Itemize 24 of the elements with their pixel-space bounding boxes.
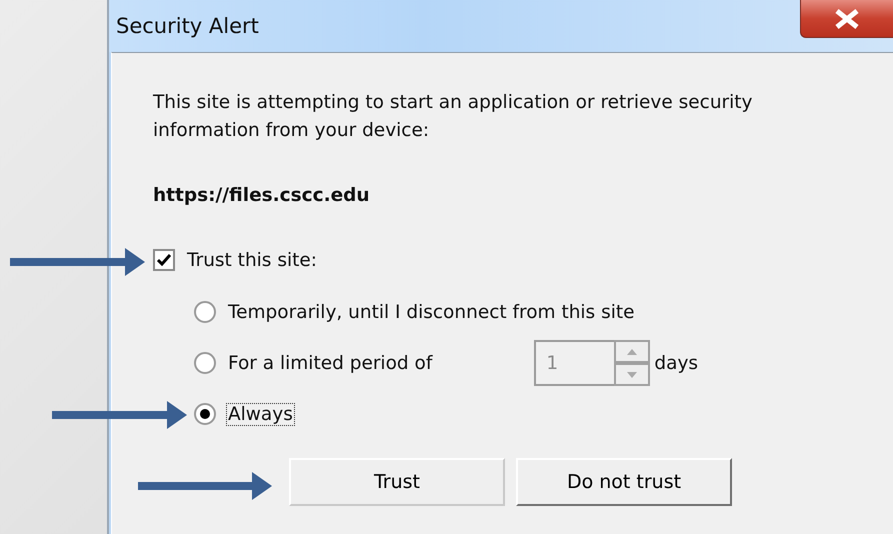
close-button[interactable] [800, 0, 893, 38]
close-icon [834, 8, 860, 28]
unit-label: days [654, 352, 698, 374]
radio-label: Temporarily, until I disconnect from this site [227, 300, 636, 324]
site-url: https://files.cscc.edu [153, 185, 371, 206]
up-arrow-icon [627, 348, 638, 354]
check-icon [157, 254, 171, 266]
radio-button[interactable] [194, 301, 216, 323]
dialog-button[interactable]: Do not trust [516, 458, 732, 506]
spin-down-button[interactable] [614, 363, 650, 386]
trust-checkbox[interactable] [153, 249, 175, 271]
arrow-icon [52, 401, 187, 429]
window-title: Security Alert [116, 14, 259, 38]
radio-label: Always [226, 402, 295, 426]
arrow-icon [10, 248, 145, 276]
radio-label: For a limited period of [227, 352, 434, 374]
radio-button[interactable] [194, 352, 216, 374]
checkbox-label: Trust this site: [186, 248, 318, 272]
down-arrow-icon [627, 372, 638, 378]
arrow-icon [138, 472, 272, 500]
radio-button[interactable] [194, 403, 216, 425]
dialog-button[interactable]: Trust [289, 458, 505, 506]
spin-up-button[interactable] [614, 340, 650, 363]
alert-message: This site is attempting to start an application or retrieve security information from your device: [153, 91, 754, 143]
